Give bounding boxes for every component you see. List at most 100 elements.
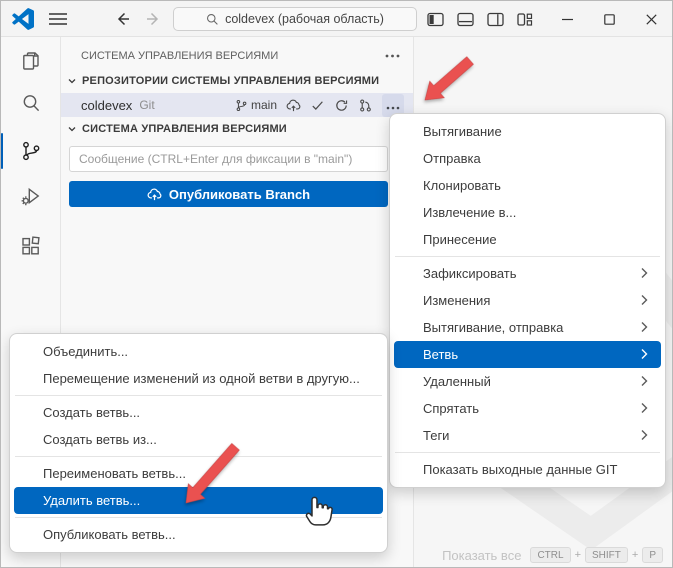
section-scm[interactable]: СИСТЕМА УПРАВЛЕНИЯ ВЕРСИЯМИ [61,117,413,141]
publish-branch-button[interactable]: Опубликовать Branch [69,181,388,207]
key-separator: + [574,549,581,561]
context-menu-item-show-git-output[interactable]: Показать выходные данные GIT [394,456,661,483]
extensions-icon [21,236,40,255]
branch-submenu-item-create-branch[interactable]: Создать ветвь... [14,399,383,426]
titlebar-controls [420,1,672,37]
forward-icon[interactable] [143,9,163,29]
branch-submenu-separator [15,395,382,396]
titlebar: coldevex (рабочая область) [1,1,672,37]
repo-name: coldevex [81,97,133,113]
submenu-chevron-icon [641,321,648,333]
command-center-search[interactable]: coldevex (рабочая область) [173,7,417,31]
context-menu-item-tags[interactable]: Теги [394,422,661,449]
active-view-indicator [1,133,3,169]
source-control-icon [22,141,39,161]
branch-submenu: Объединить... Перемещение изменений из од… [9,333,388,553]
search-icon [207,13,218,25]
git-branch-icon [236,99,247,111]
command-palette-hint: Показать все CTRL + SHIFT + P [442,547,663,563]
menu-item-label: Перемещение изменений из одной ветви в д… [43,371,360,386]
layout-sidebar-right-icon[interactable] [480,6,510,32]
panel-title: СИСТЕМА УПРАВЛЕНИЯ ВЕРСИЯМИ [81,50,279,62]
maximize-icon[interactable] [588,1,630,37]
branch-submenu-item-rename-branch[interactable]: Переименовать ветвь... [14,460,383,487]
minimize-icon[interactable] [546,1,588,37]
vscode-logo [12,8,34,30]
menu-item-label: Клонировать [423,178,501,193]
repository-row[interactable]: coldevex Git main [61,93,413,117]
menu-item-label: Извлечение в... [423,205,517,220]
context-menu-item-pull[interactable]: Вытягивание [394,118,661,145]
show-all-commands-link[interactable]: Показать все [442,548,521,563]
publish-cloud-icon[interactable] [286,98,301,113]
more-actions-icon[interactable] [385,54,400,58]
commit-check-icon[interactable] [310,98,325,113]
context-menu-item-changes[interactable]: Изменения [394,287,661,314]
files-icon [22,52,39,70]
search-value: coldevex (рабочая область) [225,12,384,26]
back-icon[interactable] [113,9,133,29]
menu-item-label: Вытягивание, отправка [423,320,564,335]
menu-item-label: Принесение [423,232,497,247]
debug-icon [21,187,39,206]
key-separator: + [631,549,639,561]
vscode-window: coldevex (рабочая область) СИСТЕМА УПРАВ… [0,0,673,568]
shortcut-keys: CTRL + SHIFT + P [530,547,663,563]
chevron-down-icon [68,127,76,132]
branch-submenu-separator [15,517,382,518]
context-menu-item-fetch[interactable]: Принесение [394,226,661,253]
repo-actions: main [235,93,404,117]
menu-item-label: Опубликовать ветвь... [43,527,176,542]
branch-submenu-item-rebase[interactable]: Перемещение изменений из одной ветви в д… [14,365,383,392]
sidebar-item-explorer[interactable] [1,44,60,78]
menu-item-label: Создать ветвь... [43,405,141,420]
menu-item-label: Изменения [423,293,491,308]
menu-item-label: Удалить ветвь... [43,493,141,508]
checkout-branch-action[interactable]: main [235,98,277,113]
context-menu-item-push[interactable]: Отправка [394,145,661,172]
menu-icon[interactable] [48,10,68,28]
submenu-chevron-icon [641,402,648,414]
panel-header: СИСТЕМА УПРАВЛЕНИЯ ВЕРСИЯМИ [61,43,413,69]
branch-submenu-item-create-branch-from[interactable]: Создать ветвь из... [14,426,383,453]
cloud-upload-icon [147,188,162,200]
keycap-p: P [642,547,663,563]
sidebar-item-extensions[interactable] [1,229,60,263]
submenu-chevron-icon [641,294,648,306]
submenu-chevron-icon [641,267,648,279]
context-menu-item-clone[interactable]: Клонировать [394,172,661,199]
submenu-chevron-icon [641,348,648,360]
publish-branch-label: Опубликовать Branch [168,186,311,202]
keycap-shift: SHIFT [585,547,628,563]
branch-name: main [250,98,277,112]
context-menu-item-commit[interactable]: Зафиксировать [394,260,661,287]
branch-submenu-item-publish-branch[interactable]: Опубликовать ветвь... [14,521,383,548]
close-icon[interactable] [630,1,672,37]
context-menu-item-stash[interactable]: Спрятать [394,395,661,422]
section-repositories[interactable]: РЕПОЗИТОРИИ СИСТЕМЫ УПРАВЛЕНИЯ ВЕРСИЯМИ [61,69,413,93]
branch-submenu-item-delete-branch[interactable]: Удалить ветвь... [14,487,383,514]
customize-layout-icon[interactable] [510,6,540,32]
context-menu-item-branch[interactable]: Ветвь [394,341,661,368]
source-control-graph-icon[interactable] [358,98,373,113]
commit-message-input[interactable] [69,146,388,172]
refresh-icon[interactable] [334,98,349,113]
git-more-actions-menu: Вытягивание Отправка Клонировать Извлечение… [389,113,666,488]
layout-panel-icon[interactable] [450,6,480,32]
keycap-ctrl: CTRL [530,547,571,563]
branch-submenu-item-merge[interactable]: Объединить... [14,338,383,365]
layout-sidebar-left-icon[interactable] [420,6,450,32]
section-title: РЕПОЗИТОРИИ СИСТЕМЫ УПРАВЛЕНИЯ ВЕРСИЯМИ [82,75,380,87]
branch-submenu-separator [15,456,382,457]
sidebar-item-source-control[interactable] [1,134,60,168]
menu-item-label: Вытягивание [423,124,502,139]
context-menu-item-pull-push[interactable]: Вытягивание, отправка [394,314,661,341]
context-menu-item-remote[interactable]: Удаленный [394,368,661,395]
menu-item-label: Объединить... [43,344,129,359]
menu-item-label: Показать выходные данные GIT [423,462,618,477]
sidebar-item-run-debug[interactable] [1,179,60,213]
menu-item-label: Удаленный [423,374,491,389]
context-menu-item-checkout-to[interactable]: Извлечение в... [394,199,661,226]
menu-item-label: Зафиксировать [423,266,517,281]
sidebar-item-search[interactable] [1,86,60,120]
